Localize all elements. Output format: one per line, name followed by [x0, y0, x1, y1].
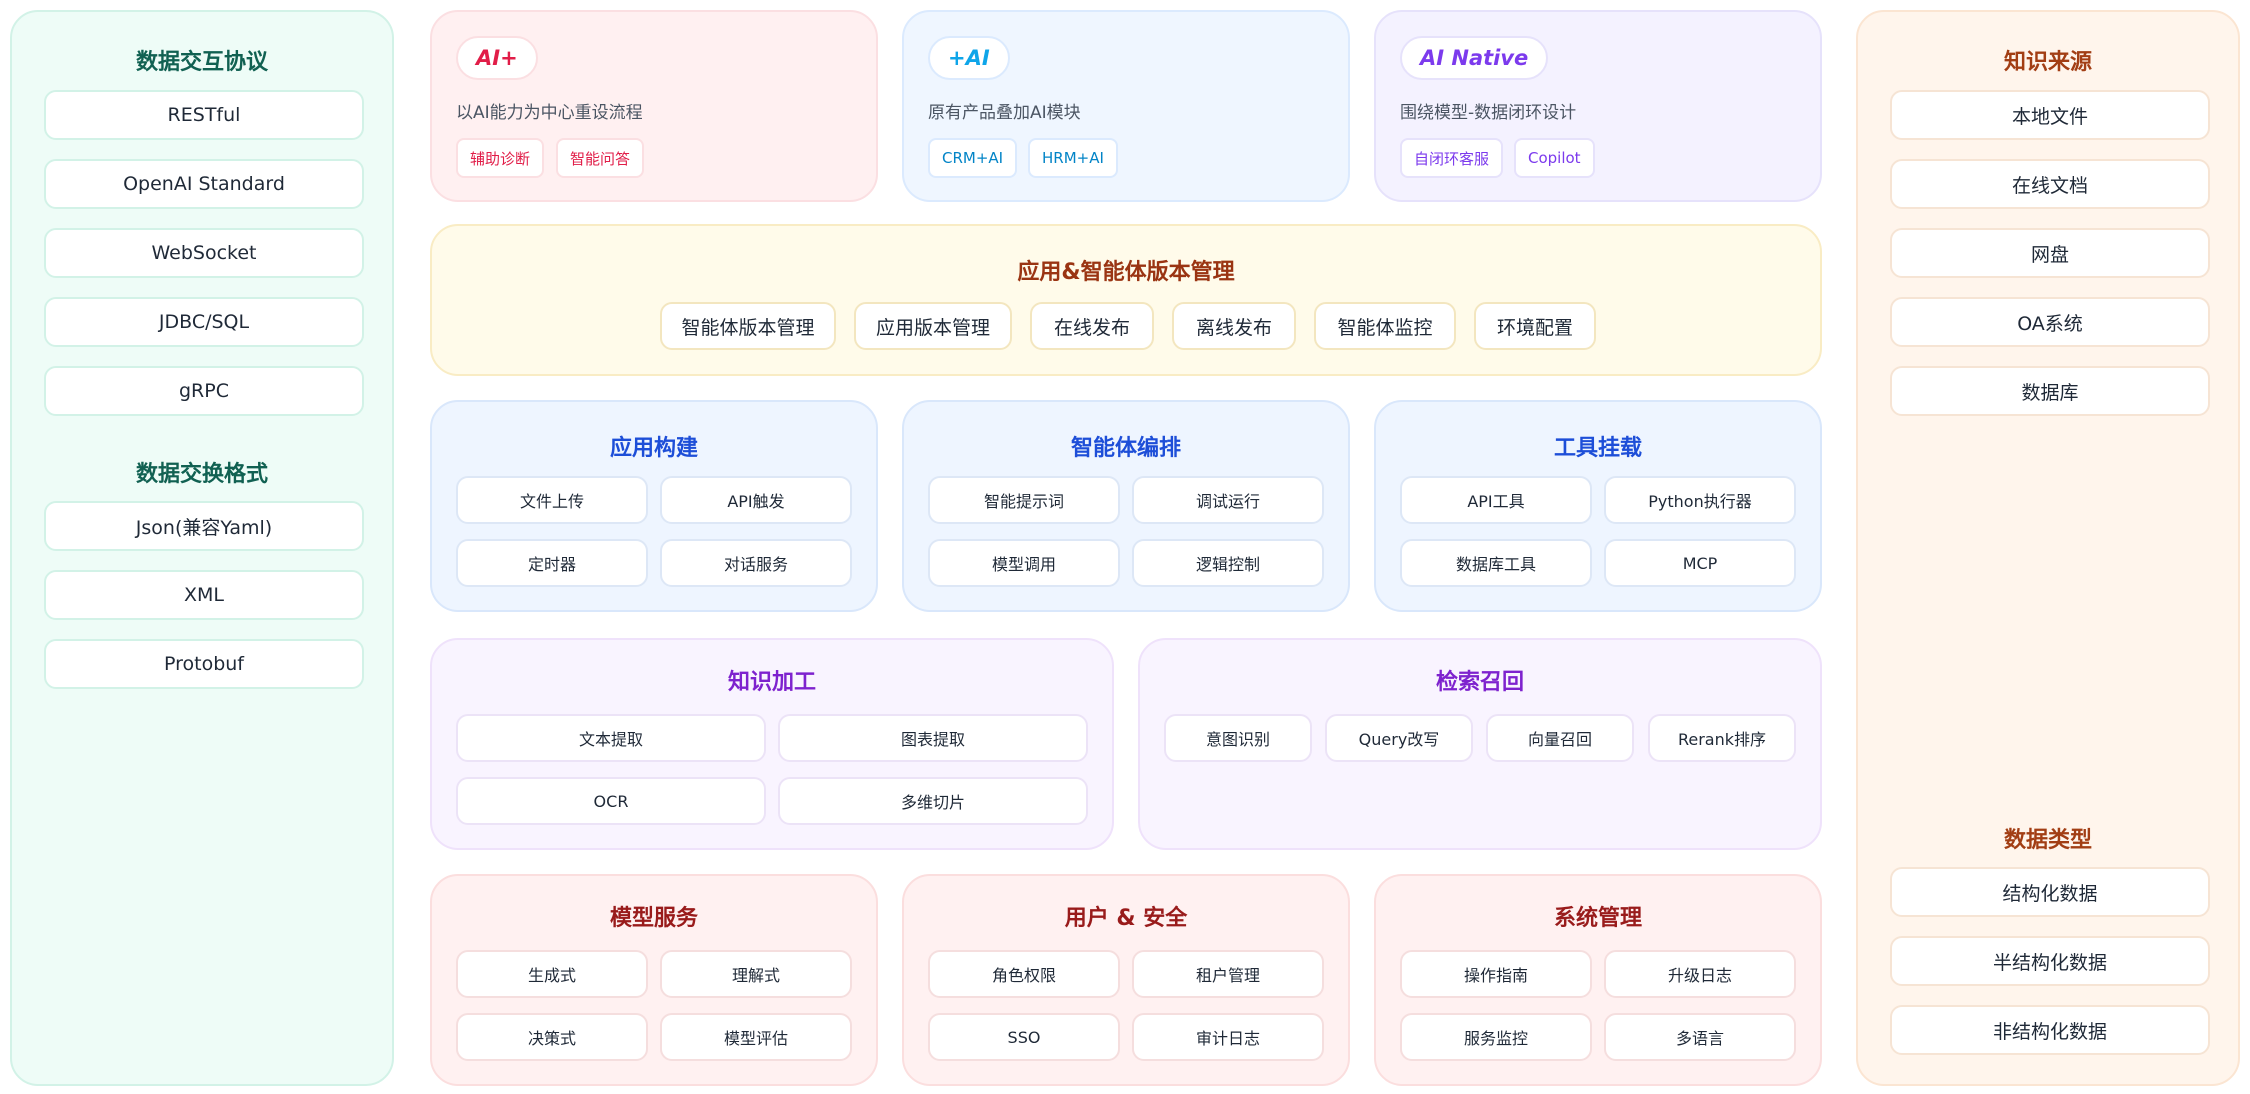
tool-mount-item: 数据库工具 [1400, 539, 1592, 587]
ai-native-tag: Copilot [1514, 138, 1595, 178]
data-type-item: 非结构化数据 [1890, 1005, 2210, 1055]
format-protobuf: Protobuf [44, 639, 364, 689]
version-item: 应用版本管理 [854, 302, 1012, 350]
agent-orchestration-title: 智能体编排 [1070, 436, 1181, 461]
protocol-title: 数据交互协议 [135, 50, 268, 75]
app-build-panel: 应用构建 文件上传 API触发 定时器 对话服务 [430, 400, 878, 612]
data-type-title: 数据类型 [2003, 828, 2092, 853]
format-xml: XML [44, 570, 364, 620]
user-security-item: SSO [928, 1013, 1120, 1061]
plus-ai-tag: HRM+AI [1028, 138, 1118, 178]
knowledge-processing-item: 文本提取 [456, 714, 766, 762]
ai-plus-panel: AI+ 以AI能力为中心重设流程 辅助诊断 智能问答 [430, 10, 878, 202]
tool-mount-panel: 工具挂载 API工具 Python执行器 数据库工具 MCP [1374, 400, 1822, 612]
source-title: 知识来源 [2003, 50, 2092, 75]
ai-plus-badge: AI+ [456, 36, 538, 80]
version-item: 离线发布 [1172, 302, 1296, 350]
version-item: 环境配置 [1474, 302, 1596, 350]
plus-ai-tag: CRM+AI [928, 138, 1018, 178]
protocol-openai-standard: OpenAI Standard [44, 159, 364, 209]
knowledge-processing-item: 多维切片 [778, 777, 1088, 825]
knowledge-processing-panel: 知识加工 文本提取 图表提取 OCR 多维切片 [430, 638, 1114, 850]
source-item: 本地文件 [1890, 90, 2210, 140]
protocol-jdbc-sql: JDBC/SQL [44, 297, 364, 347]
knowledge-processing-title: 知识加工 [727, 670, 816, 695]
system-management-item: 操作指南 [1400, 950, 1592, 998]
model-service-item: 理解式 [660, 950, 852, 998]
version-item: 智能体版本管理 [660, 302, 836, 350]
user-security-item: 角色权限 [928, 950, 1120, 998]
source-item: 数据库 [1890, 366, 2210, 416]
tool-mount-title: 工具挂载 [1553, 436, 1642, 461]
user-security-panel: 用户 & 安全 角色权限 租户管理 SSO 审计日志 [902, 874, 1350, 1086]
app-build-title: 应用构建 [609, 436, 698, 461]
ai-plus-tag: 智能问答 [556, 138, 645, 178]
retrieval-item: Query改写 [1325, 714, 1473, 762]
retrieval-item: 意图识别 [1164, 714, 1312, 762]
protocol-grpc: gRPC [44, 366, 364, 416]
model-service-title: 模型服务 [609, 906, 698, 931]
agent-orchestration-item: 调试运行 [1132, 476, 1324, 524]
plus-ai-desc: 原有产品叠加AI模块 [928, 103, 1081, 123]
format-json: Json(兼容Yaml) [44, 501, 364, 551]
version-item: 智能体监控 [1314, 302, 1456, 350]
ai-native-panel: AI Native 围绕模型-数据闭环设计 自闭环客服 Copilot [1374, 10, 1822, 202]
data-protocol-panel: 数据交互协议 RESTful OpenAI Standard WebSocket… [10, 10, 394, 1086]
protocol-websocket: WebSocket [44, 228, 364, 278]
version-item: 在线发布 [1030, 302, 1154, 350]
system-management-title: 系统管理 [1553, 906, 1642, 931]
retrieval-item: Rerank排序 [1648, 714, 1796, 762]
knowledge-processing-item: OCR [456, 777, 766, 825]
knowledge-source-panel: 知识来源 本地文件 在线文档 网盘 OA系统 数据库 数据类型 结构化数据 半结… [1856, 10, 2240, 1086]
ai-native-tag: 自闭环客服 [1400, 138, 1504, 178]
model-service-item: 模型评估 [660, 1013, 852, 1061]
app-build-item: 对话服务 [660, 539, 852, 587]
ai-native-badge: AI Native [1400, 36, 1549, 80]
retrieval-title: 检索召回 [1435, 670, 1524, 695]
ai-plus-desc: 以AI能力为中心重设流程 [456, 103, 643, 123]
agent-orchestration-item: 智能提示词 [928, 476, 1120, 524]
ai-native-desc: 围绕模型-数据闭环设计 [1400, 103, 1577, 123]
user-security-title: 用户 & 安全 [1064, 906, 1188, 931]
model-service-panel: 模型服务 生成式 理解式 决策式 模型评估 [430, 874, 878, 1086]
protocol-restful: RESTful [44, 90, 364, 140]
user-security-item: 审计日志 [1132, 1013, 1324, 1061]
agent-orchestration-item: 逻辑控制 [1132, 539, 1324, 587]
retrieval-item: 向量召回 [1486, 714, 1634, 762]
tool-mount-item: API工具 [1400, 476, 1592, 524]
tool-mount-item: Python执行器 [1604, 476, 1796, 524]
data-type-item: 结构化数据 [1890, 867, 2210, 917]
plus-ai-panel: +AI 原有产品叠加AI模块 CRM+AI HRM+AI [902, 10, 1350, 202]
user-security-item: 租户管理 [1132, 950, 1324, 998]
system-management-panel: 系统管理 操作指南 升级日志 服务监控 多语言 [1374, 874, 1822, 1086]
source-item: 在线文档 [1890, 159, 2210, 209]
version-management-panel: 应用&智能体版本管理 智能体版本管理 应用版本管理 在线发布 离线发布 智能体监… [430, 224, 1822, 376]
plus-ai-badge: +AI [928, 36, 1010, 80]
agent-orchestration-item: 模型调用 [928, 539, 1120, 587]
system-management-item: 升级日志 [1604, 950, 1796, 998]
tool-mount-item: MCP [1604, 539, 1796, 587]
data-type-item: 半结构化数据 [1890, 936, 2210, 986]
system-management-item: 服务监控 [1400, 1013, 1592, 1061]
format-title: 数据交换格式 [135, 462, 268, 487]
app-build-item: 定时器 [456, 539, 648, 587]
model-service-item: 决策式 [456, 1013, 648, 1061]
app-build-item: API触发 [660, 476, 852, 524]
model-service-item: 生成式 [456, 950, 648, 998]
system-management-item: 多语言 [1604, 1013, 1796, 1061]
ai-plus-tag: 辅助诊断 [456, 138, 545, 178]
app-build-item: 文件上传 [456, 476, 648, 524]
agent-orchestration-panel: 智能体编排 智能提示词 调试运行 模型调用 逻辑控制 [902, 400, 1350, 612]
source-item: 网盘 [1890, 228, 2210, 278]
knowledge-processing-item: 图表提取 [778, 714, 1088, 762]
source-item: OA系统 [1890, 297, 2210, 347]
version-management-title: 应用&智能体版本管理 [1017, 260, 1235, 285]
retrieval-panel: 检索召回 意图识别 Query改写 向量召回 Rerank排序 [1138, 638, 1822, 850]
